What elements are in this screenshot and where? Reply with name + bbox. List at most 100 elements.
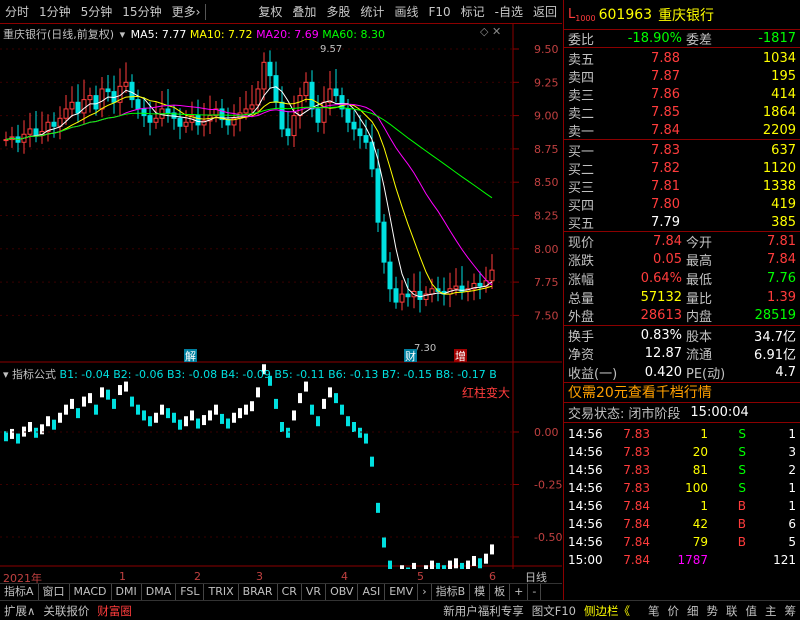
side-tab-xi[interactable]: 细 (683, 603, 703, 619)
level2-promo[interactable]: 仅需20元查看千档行情 (564, 383, 800, 403)
candle-body (261, 61, 267, 90)
buy-level-row[interactable]: 买二 7.82 1120 (564, 159, 800, 178)
tab-remove[interactable]: - (528, 584, 542, 600)
biaoji-button[interactable]: 标记 (456, 3, 490, 20)
candle-body (375, 168, 381, 223)
tab-window[interactable]: 窗口 (39, 584, 70, 600)
candle-body (153, 117, 159, 123)
candle-body (345, 108, 351, 123)
tab-cr[interactable]: CR (278, 584, 302, 600)
indicator-bar (232, 412, 236, 423)
sidebar-toggle[interactable]: 侧边栏《 (580, 603, 634, 619)
side-tab-zhu[interactable]: 主 (761, 603, 781, 619)
tab-vr[interactable]: VR (302, 584, 327, 600)
buy-level-label: 买四 (568, 198, 595, 214)
tab-dma[interactable]: DMA (142, 584, 177, 600)
tongji-button[interactable]: 统计 (355, 3, 389, 20)
tick-side: S (738, 480, 746, 495)
tab-next[interactable]: › (418, 584, 432, 600)
quote-label: 最低 (686, 272, 713, 288)
tab-fenshi[interactable]: 分时 (0, 3, 34, 20)
tab-obv[interactable]: OBV (326, 584, 359, 600)
tab-macd[interactable]: MACD (70, 584, 112, 600)
duogu-button[interactable]: 多股 (321, 3, 355, 20)
tab-1min[interactable]: 1分钟 (34, 3, 76, 20)
buy-level-row[interactable]: 买五 7.79 385 (564, 213, 800, 232)
tab-asi[interactable]: ASI (358, 584, 386, 600)
tab-add[interactable]: + (510, 584, 529, 600)
sell-level-row[interactable]: 卖二 7.85 1864 (564, 103, 800, 122)
quote-panel: L 1000 601963 重庆银行 委比 -18.90% 委差 -1817 卖… (563, 0, 800, 600)
side-tab-zhi[interactable]: 值 (742, 603, 762, 619)
diamond-icon[interactable]: ◇ (480, 25, 488, 38)
tab-indicator-b[interactable]: 指标B (432, 584, 471, 600)
related-quotes-button[interactable]: 关联报价 (39, 603, 93, 619)
settings-icon[interactable]: ▾ (120, 28, 126, 41)
sell-level-label: 卖一 (568, 124, 595, 140)
indicator-name[interactable]: 指标公式 (12, 368, 56, 381)
tab-15min[interactable]: 15分钟 (117, 3, 166, 20)
tab-dmi[interactable]: DMI (112, 584, 142, 600)
tick-price: 7.84 (623, 534, 650, 549)
fuquan-button[interactable]: 复权 (253, 3, 287, 20)
sell-level-label: 卖四 (568, 70, 595, 86)
tab-indicator-a[interactable]: 指标A (0, 584, 39, 600)
candle-body (195, 115, 201, 126)
tab-mo[interactable]: 模 (470, 584, 491, 600)
buy-level-row[interactable]: 买一 7.83 637 (564, 141, 800, 160)
expand-button[interactable]: 扩展∧ (0, 603, 39, 619)
new-user-promo[interactable]: 新用户福利专享 (439, 603, 528, 619)
side-tab-bi[interactable]: 笔 (644, 603, 664, 619)
sell-level-row[interactable]: 卖一 7.84 2209 (564, 121, 800, 140)
buy-level-row[interactable]: 买三 7.81 1338 (564, 177, 800, 196)
close-icon[interactable]: ✕ (492, 25, 501, 38)
kline-chart-area[interactable]: 9.50 9.25 9.00 8.75 8.50 8.25 8.00 7.75 7.50 0.0… (0, 24, 562, 585)
chart-title[interactable]: 重庆银行(日线,前复权) (3, 28, 114, 41)
tab-ban[interactable]: 板 (490, 584, 511, 600)
indicator-bar (220, 413, 224, 424)
tab-trix[interactable]: TRIX (204, 584, 239, 600)
candle-body (93, 95, 99, 110)
buy-level-row[interactable]: 买四 7.80 419 (564, 195, 800, 214)
indicator-bar (340, 404, 344, 415)
tick-volume: 42 (692, 516, 708, 531)
indicator-tick-label: -0.50 (534, 531, 562, 544)
b2-value: B2: -0.06 (113, 368, 164, 381)
indicator-bar (82, 396, 86, 407)
indicator-settings-icon[interactable]: ▾ (3, 368, 9, 381)
indicator-bar (472, 555, 476, 566)
sell-level-price: 7.85 (651, 104, 680, 120)
indicator-bar (160, 404, 164, 415)
zixuan-button[interactable]: -自选 (490, 3, 528, 20)
tab-fsl[interactable]: FSL (176, 584, 205, 600)
side-tab-chou[interactable]: 筹 (781, 603, 800, 619)
back-button[interactable]: 返回 (528, 3, 562, 20)
ma10-value: MA10: 7.72 (189, 28, 253, 41)
quote-label: 内盘 (686, 310, 713, 326)
wealth-circle-button[interactable]: 财富圈 (93, 603, 136, 619)
tick-time: 14:56 (568, 426, 603, 441)
sell-level-row[interactable]: 卖五 7.88 1034 (564, 49, 800, 68)
sell-level-row[interactable]: 卖四 7.87 195 (564, 67, 800, 86)
sell-level-row[interactable]: 卖三 7.86 414 (564, 85, 800, 104)
tab-emv[interactable]: EMV (385, 584, 419, 600)
huaxian-button[interactable]: 画线 (389, 3, 423, 20)
tab-brar[interactable]: BRAR (239, 584, 278, 600)
kline-svg[interactable]: 9.50 9.25 9.00 8.75 8.50 8.25 8.00 7.75 7.50 0.0… (0, 24, 562, 583)
tab-5min[interactable]: 5分钟 (76, 3, 118, 20)
indicator-bar (292, 410, 296, 421)
indicator-bar (442, 565, 446, 576)
side-tab-jia[interactable]: 价 (664, 603, 684, 619)
stock-name[interactable]: 重庆银行 (658, 5, 714, 25)
quote-row: 涨跌 0.05 最高 7.84 (564, 251, 800, 269)
diejia-button[interactable]: 叠加 (287, 3, 321, 20)
tick-side: B (737, 534, 746, 549)
f10-graphic-button[interactable]: 图文F10 (528, 603, 580, 619)
f10-button[interactable]: F10 (423, 5, 455, 19)
tick-price: 7.83 (623, 426, 650, 441)
quote-value: 57132 (640, 289, 682, 305)
side-tab-lian[interactable]: 联 (722, 603, 742, 619)
tab-more[interactable]: 更多› (167, 3, 206, 20)
side-tab-shi[interactable]: 势 (703, 603, 723, 619)
tick-list[interactable]: 14:56 7.83 1 S 1 14:56 7.83 20 S 3 14:56 7.83 81 S 2 14… (564, 423, 800, 569)
